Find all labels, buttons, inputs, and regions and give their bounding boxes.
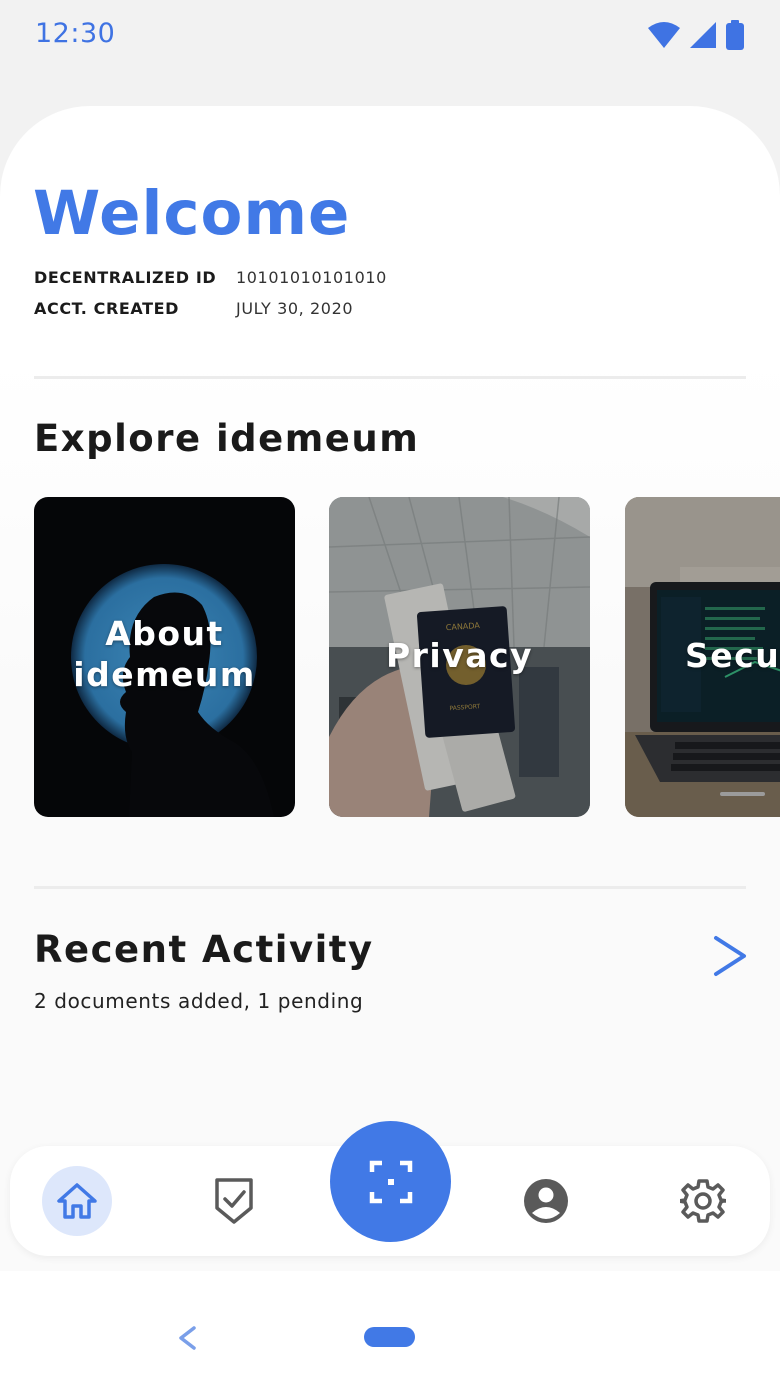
- about-card-label: About idemeum: [34, 613, 295, 695]
- recent-activity-chevron-button[interactable]: [708, 932, 752, 980]
- page-title: Welcome: [33, 178, 351, 249]
- status-time: 12:30: [35, 18, 116, 49]
- recent-activity-summary: 2 documents added, 1 pending: [34, 989, 364, 1013]
- shield-check-icon: [215, 1178, 253, 1224]
- status-icons: [648, 20, 744, 50]
- nav-settings-button[interactable]: [668, 1166, 738, 1236]
- recent-activity-title: Recent Activity: [34, 928, 374, 971]
- decentralized-id-label: DECENTRALIZED ID: [34, 268, 217, 287]
- security-card-label: Security: [685, 636, 780, 675]
- privacy-card[interactable]: CANADA PASSPORT Privacy: [329, 497, 590, 817]
- system-nav-bar: [0, 1271, 780, 1388]
- decentralized-id-row: DECENTRALIZED ID 10101010101010: [34, 268, 387, 287]
- status-bar: 12:30: [0, 0, 780, 70]
- wifi-icon: [648, 22, 680, 48]
- system-home-pill[interactable]: [364, 1327, 415, 1347]
- decentralized-id-value: 10101010101010: [236, 268, 387, 287]
- nav-home-button[interactable]: [42, 1166, 112, 1236]
- signal-icon: [690, 22, 716, 48]
- scan-fab-button[interactable]: [330, 1121, 451, 1242]
- account-created-label: ACCT. CREATED: [34, 299, 180, 318]
- security-card[interactable]: Security: [625, 497, 780, 817]
- settings-icon: [680, 1179, 726, 1223]
- scan-icon: [369, 1160, 412, 1203]
- nav-verify-button[interactable]: [199, 1166, 269, 1236]
- profile-icon: [524, 1179, 568, 1223]
- account-created-row: ACCT. CREATED JULY 30, 2020: [34, 299, 353, 318]
- explore-title: Explore idemeum: [34, 417, 420, 460]
- privacy-card-label: Privacy: [385, 636, 534, 675]
- explore-carousel[interactable]: About idemeum CANADA PASSPOR: [34, 497, 780, 817]
- home-icon: [57, 1183, 97, 1219]
- about-card-line1: About: [105, 614, 224, 653]
- account-created-value: JULY 30, 2020: [236, 299, 354, 318]
- battery-icon: [726, 20, 744, 50]
- divider: [34, 376, 746, 379]
- about-card[interactable]: About idemeum: [34, 497, 295, 817]
- about-card-line2: idemeum: [73, 655, 256, 694]
- system-back-icon[interactable]: [176, 1325, 198, 1351]
- nav-profile-button[interactable]: [511, 1166, 581, 1236]
- chevron-right-icon: [714, 936, 746, 976]
- divider: [34, 886, 746, 889]
